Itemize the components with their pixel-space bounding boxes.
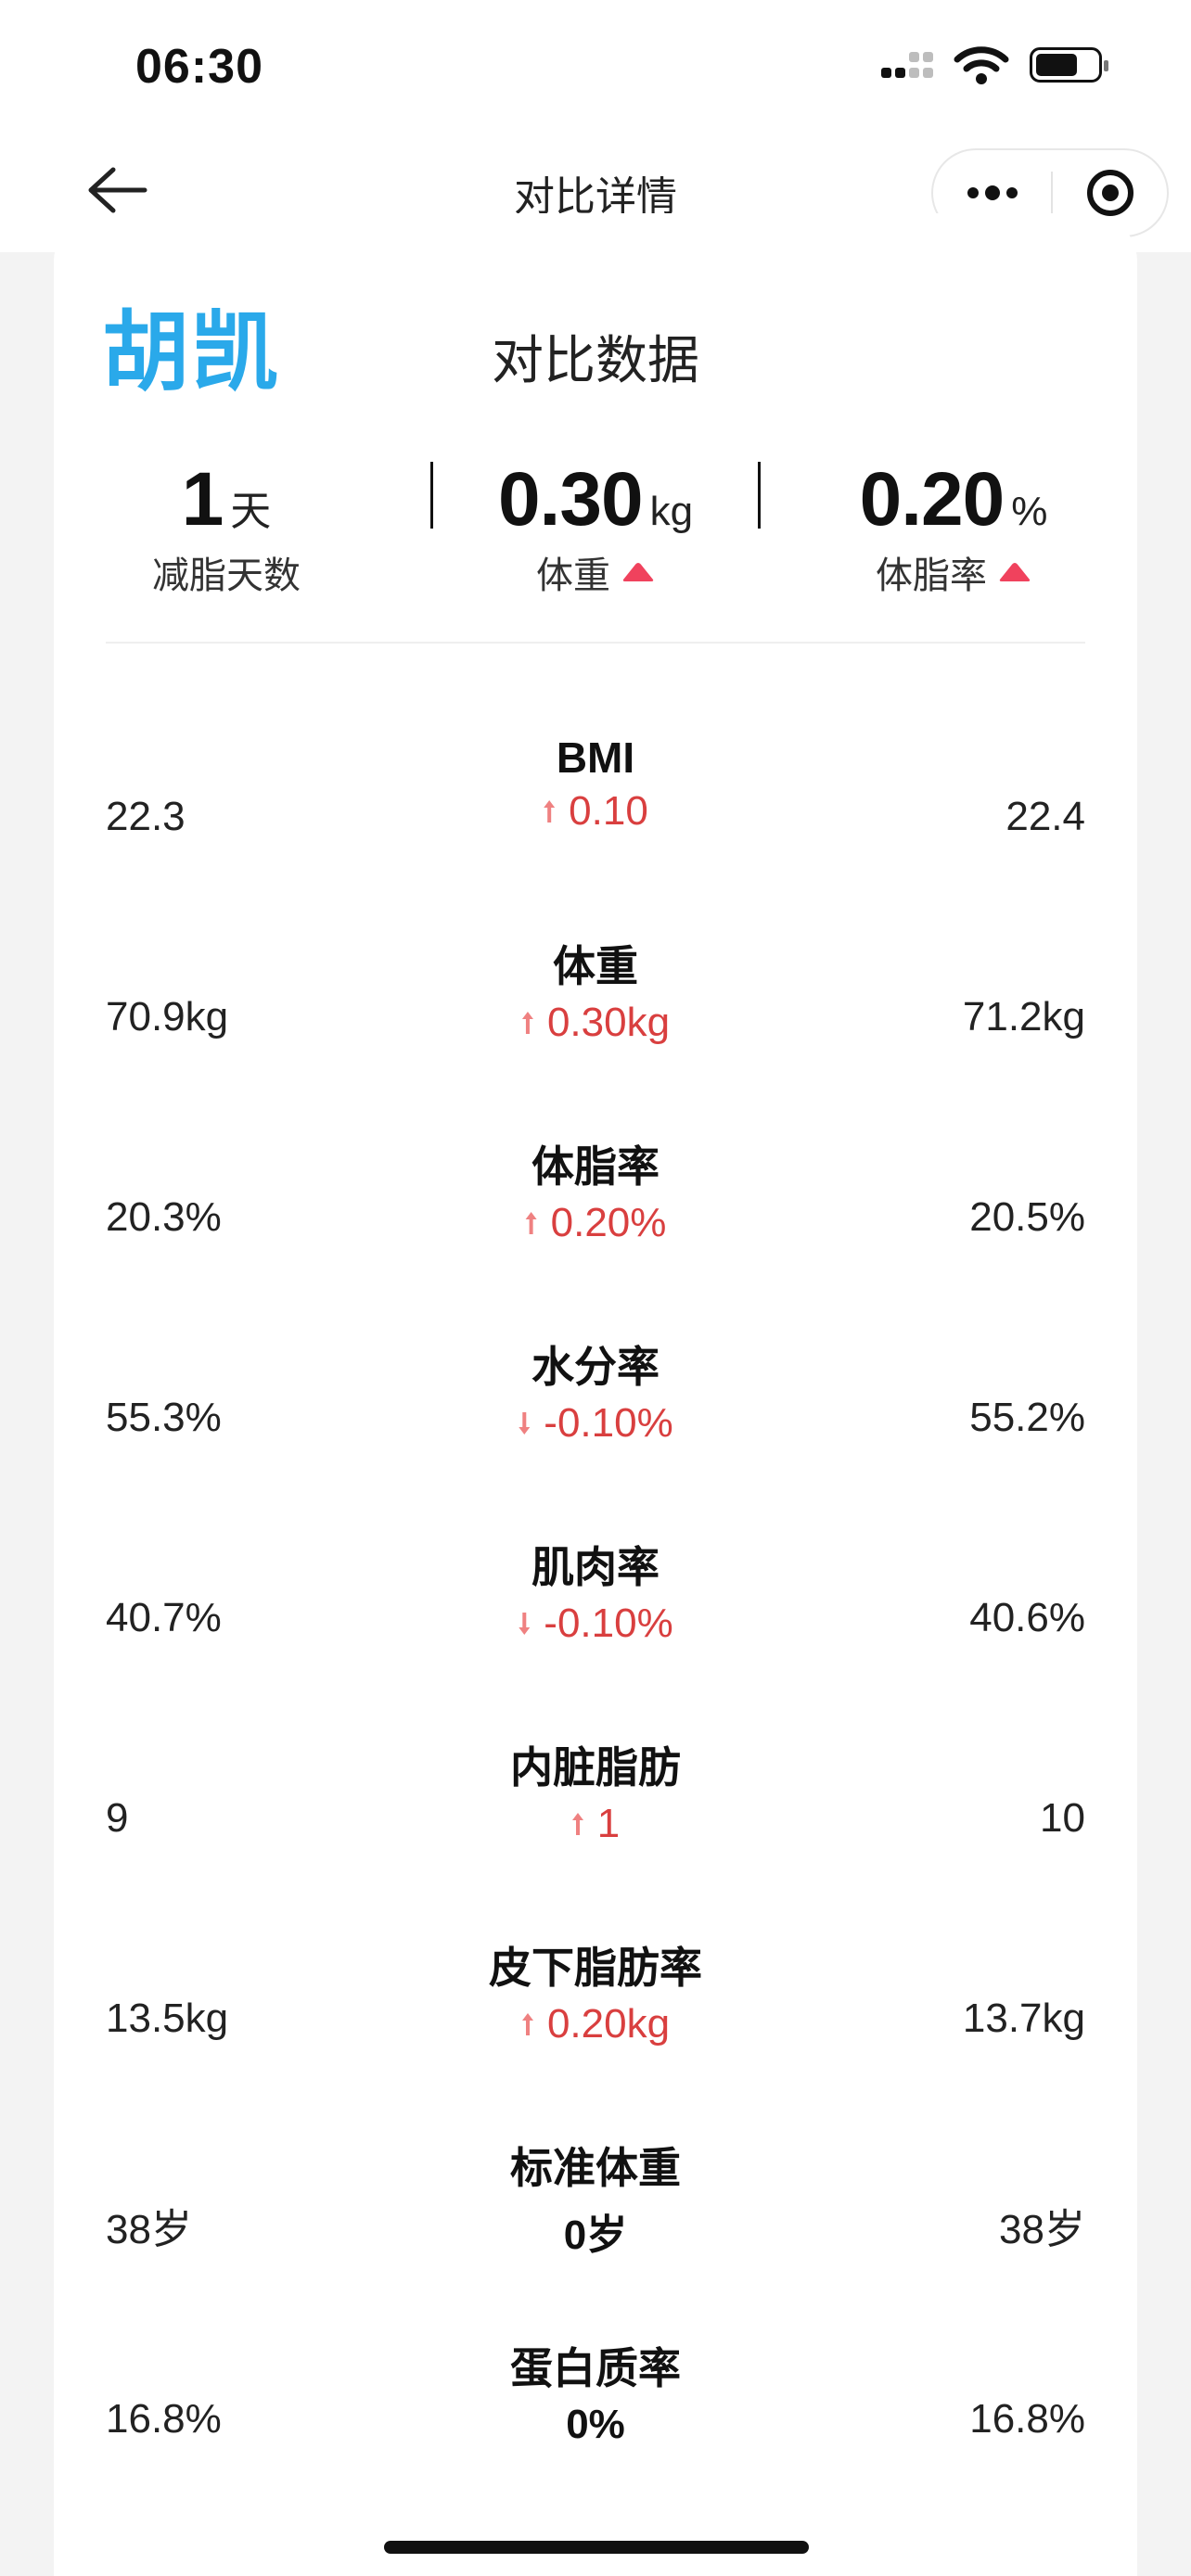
metric-row-muscle: 40.7% 肌肉率 -0.10% 40.6%	[106, 1534, 1085, 1719]
metric-delta: 0.20kg	[489, 2001, 702, 2047]
summary-unit: %	[1011, 489, 1048, 534]
metric-name: 内脏脂肪	[510, 1743, 681, 1792]
metric-row-protein: 16.8% 蛋白质率 0% 16.8%	[106, 2335, 1085, 2520]
arrow-up-icon	[525, 1212, 537, 1234]
metric-name: 肌肉率	[531, 1543, 660, 1591]
summary-unit: 天	[230, 489, 272, 534]
summary-unit: kg	[649, 489, 694, 534]
wifi-icon	[954, 46, 1009, 84]
metric-row-weight: 70.9kg 体重 0.30kg 71.2kg	[106, 933, 1085, 1118]
metric-delta: -0.10%	[518, 1600, 673, 1647]
status-icons	[881, 45, 1108, 85]
battery-icon	[1030, 47, 1108, 83]
trend-up-triangle-icon	[999, 563, 1031, 581]
summary-value: 1	[181, 457, 224, 542]
before-value: 16.8%	[106, 2396, 222, 2442]
metric-delta: 1	[510, 1801, 681, 1847]
summary-divider	[430, 462, 433, 529]
arrow-down-icon	[519, 1412, 531, 1435]
before-value: 13.5kg	[106, 1996, 229, 2041]
arrow-up-icon	[544, 800, 556, 823]
card-title: 对比数据	[492, 331, 699, 389]
after-value: 38岁	[999, 2207, 1085, 2252]
metric-name: 标准体重	[510, 2144, 681, 2192]
after-value: 20.5%	[969, 1194, 1085, 1240]
metric-row-subcutaneous-fat: 13.5kg 皮下脂肪率 0.20kg 13.7kg	[106, 1934, 1085, 2120]
arrow-up-icon	[521, 2013, 533, 2035]
before-value: 55.3%	[106, 1395, 222, 1440]
after-value: 71.2kg	[962, 994, 1085, 1039]
summary-label: 体重	[536, 555, 610, 596]
metric-row-bodyfat: 20.3% 体脂率 0.20% 20.5%	[106, 1133, 1085, 1319]
metric-delta: 0.10	[543, 788, 648, 835]
trend-up-triangle-icon	[622, 563, 654, 581]
metric-row-standard-weight: 38岁 标准体重 0岁 38岁	[106, 2135, 1085, 2320]
metric-delta: -0.10%	[518, 1400, 673, 1447]
section-divider	[106, 642, 1085, 644]
before-value: 40.7%	[106, 1595, 222, 1640]
summary-divider	[758, 462, 761, 529]
after-value: 55.2%	[969, 1395, 1085, 1440]
metric-name: 皮下脂肪率	[489, 1944, 702, 1992]
summary-weight: 0.30 kg 体重	[410, 456, 781, 599]
metric-name: 体脂率	[531, 1142, 660, 1191]
summary-value: 0.20	[859, 457, 1005, 542]
summary-value: 0.30	[497, 457, 644, 542]
comparison-card: 胡凯 对比数据 1 天 减脂天数 0.30 kg 体重 0.20 % 体脂率 2…	[54, 213, 1137, 2576]
metric-delta: 0岁	[563, 2213, 628, 2258]
summary-bodyfat: 0.20 % 体脂率	[768, 456, 1139, 599]
metric-name: 体重	[552, 942, 638, 990]
after-value: 22.4	[1005, 794, 1085, 839]
metric-delta: 0.30kg	[521, 1000, 670, 1046]
more-dots-icon	[967, 187, 979, 198]
metric-row-bmi: 22.3 BMI 0.10 22.4	[106, 733, 1085, 918]
metric-row-visceral-fat: 9 内脏脂肪 1 10	[106, 1734, 1085, 1919]
summary-label: 减脂天数	[152, 555, 301, 596]
metric-name: BMI	[556, 733, 635, 782]
metric-row-water: 55.3% 水分率 -0.10% 55.2%	[106, 1333, 1085, 1519]
after-value: 10	[1040, 1795, 1085, 1841]
arrow-up-icon	[521, 1012, 533, 1034]
metric-delta: 0.20%	[525, 1200, 666, 1246]
metric-name: 水分率	[531, 1343, 660, 1391]
metric-name: 蛋白质率	[510, 2344, 681, 2392]
after-value: 40.6%	[969, 1595, 1085, 1640]
after-value: 16.8%	[969, 2396, 1085, 2442]
status-time: 06:30	[135, 40, 263, 94]
summary-label: 体脂率	[876, 555, 987, 596]
target-circle-icon	[1086, 170, 1133, 216]
before-value: 9	[106, 1795, 129, 1841]
cellular-signal-icon	[881, 52, 933, 78]
after-value: 13.7kg	[962, 1996, 1085, 2041]
metric-delta: 0%	[566, 2402, 625, 2447]
before-value: 38岁	[106, 2207, 192, 2252]
summary-stats: 1 天 减脂天数 0.30 kg 体重 0.20 % 体脂率	[54, 456, 1137, 596]
arrow-up-icon	[571, 1813, 583, 1835]
home-indicator[interactable]	[384, 2541, 809, 2554]
before-value: 20.3%	[106, 1194, 222, 1240]
before-value: 70.9kg	[106, 994, 229, 1039]
before-value: 22.3	[106, 794, 186, 839]
summary-days: 1 天 减脂天数	[41, 456, 412, 599]
arrow-down-icon	[519, 1613, 531, 1635]
